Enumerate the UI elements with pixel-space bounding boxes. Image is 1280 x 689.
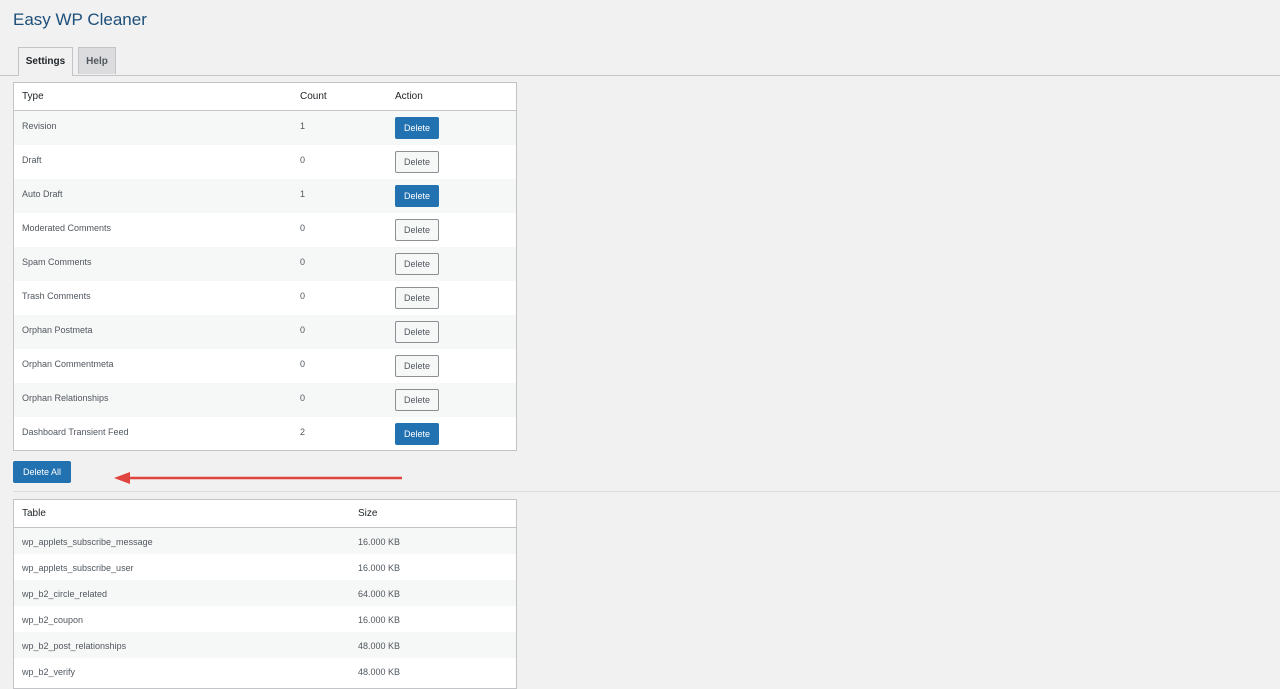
header-table: Table xyxy=(22,508,46,519)
table-row: wp_applets_subscribe_user 16.000 KB xyxy=(14,554,516,580)
header-size: Size xyxy=(358,508,378,519)
table-row: Orphan Relationships 0 Delete xyxy=(14,383,516,417)
divider xyxy=(13,491,1280,492)
row-type: Auto Draft xyxy=(22,189,63,199)
cleanup-table-body: Revision 1 Delete Draft 0 Delete Auto Draft 1 De… xyxy=(14,111,516,451)
page-title: Easy WP Cleaner xyxy=(13,10,147,29)
table-row: Moderated Comments 0 Delete xyxy=(14,213,516,247)
table-row: Draft 0 Delete xyxy=(14,145,516,179)
row-count: 0 xyxy=(300,325,306,335)
table-row: Spam Comments 0 Delete xyxy=(14,247,516,281)
row-table-name: wp_applets_subscribe_message xyxy=(22,537,153,547)
row-count: 0 xyxy=(300,223,306,233)
row-count: 0 xyxy=(300,393,306,403)
row-type: Draft xyxy=(22,155,42,165)
row-size: 48.000 KB xyxy=(358,641,401,651)
row-count: 1 xyxy=(300,189,306,199)
row-count: 0 xyxy=(300,257,306,267)
row-table-name: wp_b2_post_relationships xyxy=(22,641,127,651)
row-count: 0 xyxy=(300,155,306,165)
delete-button[interactable]: Delete xyxy=(395,287,439,309)
delete-button[interactable]: Delete xyxy=(395,219,439,241)
row-count: 1 xyxy=(300,121,306,131)
row-type: Spam Comments xyxy=(22,257,92,267)
row-size: 16.000 KB xyxy=(358,537,401,547)
row-type: Trash Comments xyxy=(22,291,91,301)
row-type: Dashboard Transient Feed xyxy=(22,427,129,437)
row-type: Orphan Postmeta xyxy=(22,325,93,335)
row-count: 0 xyxy=(300,359,306,369)
cleanup-table-header: Type Count Action xyxy=(14,83,516,111)
row-table-name: wp_applets_subscribe_user xyxy=(22,563,134,573)
red-arrow-annotation xyxy=(114,472,402,484)
header-type: Type xyxy=(22,91,44,102)
row-size: 48.000 KB xyxy=(358,667,401,677)
table-row: Orphan Postmeta 0 Delete xyxy=(14,315,516,349)
table-row: wp_b2_post_relationships 48.000 KB xyxy=(14,632,516,658)
row-type: Revision xyxy=(22,121,57,131)
tab-bar: Settings Help xyxy=(0,47,1280,76)
row-size: 64.000 KB xyxy=(358,589,401,599)
table-row: wp_b2_circle_related 64.000 KB xyxy=(14,580,516,606)
header-action: Action xyxy=(395,91,423,102)
delete-button[interactable]: Delete xyxy=(395,355,439,377)
tab-settings[interactable]: Settings xyxy=(18,47,73,76)
row-type: Orphan Relationships xyxy=(22,393,109,403)
delete-button[interactable]: Delete xyxy=(395,253,439,275)
row-table-name: wp_b2_coupon xyxy=(22,615,84,625)
tab-help[interactable]: Help xyxy=(78,47,116,74)
table-row: Dashboard Transient Feed 2 Delete xyxy=(14,417,516,451)
cleanup-table: Type Count Action Revision 1 Delete Draft 0 D… xyxy=(13,82,517,451)
delete-all-button[interactable]: Delete All xyxy=(13,461,71,483)
delete-button[interactable]: Delete xyxy=(395,117,439,139)
table-row: Orphan Commentmeta 0 Delete xyxy=(14,349,516,383)
table-row: Trash Comments 0 Delete xyxy=(14,281,516,315)
database-tables-table: Table Size wp_applets_subscribe_message 1… xyxy=(13,499,517,689)
row-size: 16.000 KB xyxy=(358,563,401,573)
table-row: Revision 1 Delete xyxy=(14,111,516,145)
database-tables-header: Table Size xyxy=(14,500,516,528)
table-row: wp_b2_verify 48.000 KB xyxy=(14,658,516,684)
row-size: 16.000 KB xyxy=(358,615,401,625)
header-count: Count xyxy=(300,91,327,102)
row-table-name: wp_b2_verify xyxy=(22,667,76,677)
delete-button[interactable]: Delete xyxy=(395,389,439,411)
delete-button[interactable]: Delete xyxy=(395,321,439,343)
row-type: Moderated Comments xyxy=(22,223,112,233)
row-count: 0 xyxy=(300,291,306,301)
table-row: wp_applets_subscribe_message 16.000 KB xyxy=(14,528,516,554)
delete-button[interactable]: Delete xyxy=(395,151,439,173)
table-row: Auto Draft 1 Delete xyxy=(14,179,516,213)
row-table-name: wp_b2_circle_related xyxy=(22,589,108,599)
database-tables-body: wp_applets_subscribe_message 16.000 KB wp_… xyxy=(14,528,516,684)
row-count: 2 xyxy=(300,427,306,437)
delete-button[interactable]: Delete xyxy=(395,423,439,445)
row-type: Orphan Commentmeta xyxy=(22,359,114,369)
table-row: wp_b2_coupon 16.000 KB xyxy=(14,606,516,632)
delete-button[interactable]: Delete xyxy=(395,185,439,207)
